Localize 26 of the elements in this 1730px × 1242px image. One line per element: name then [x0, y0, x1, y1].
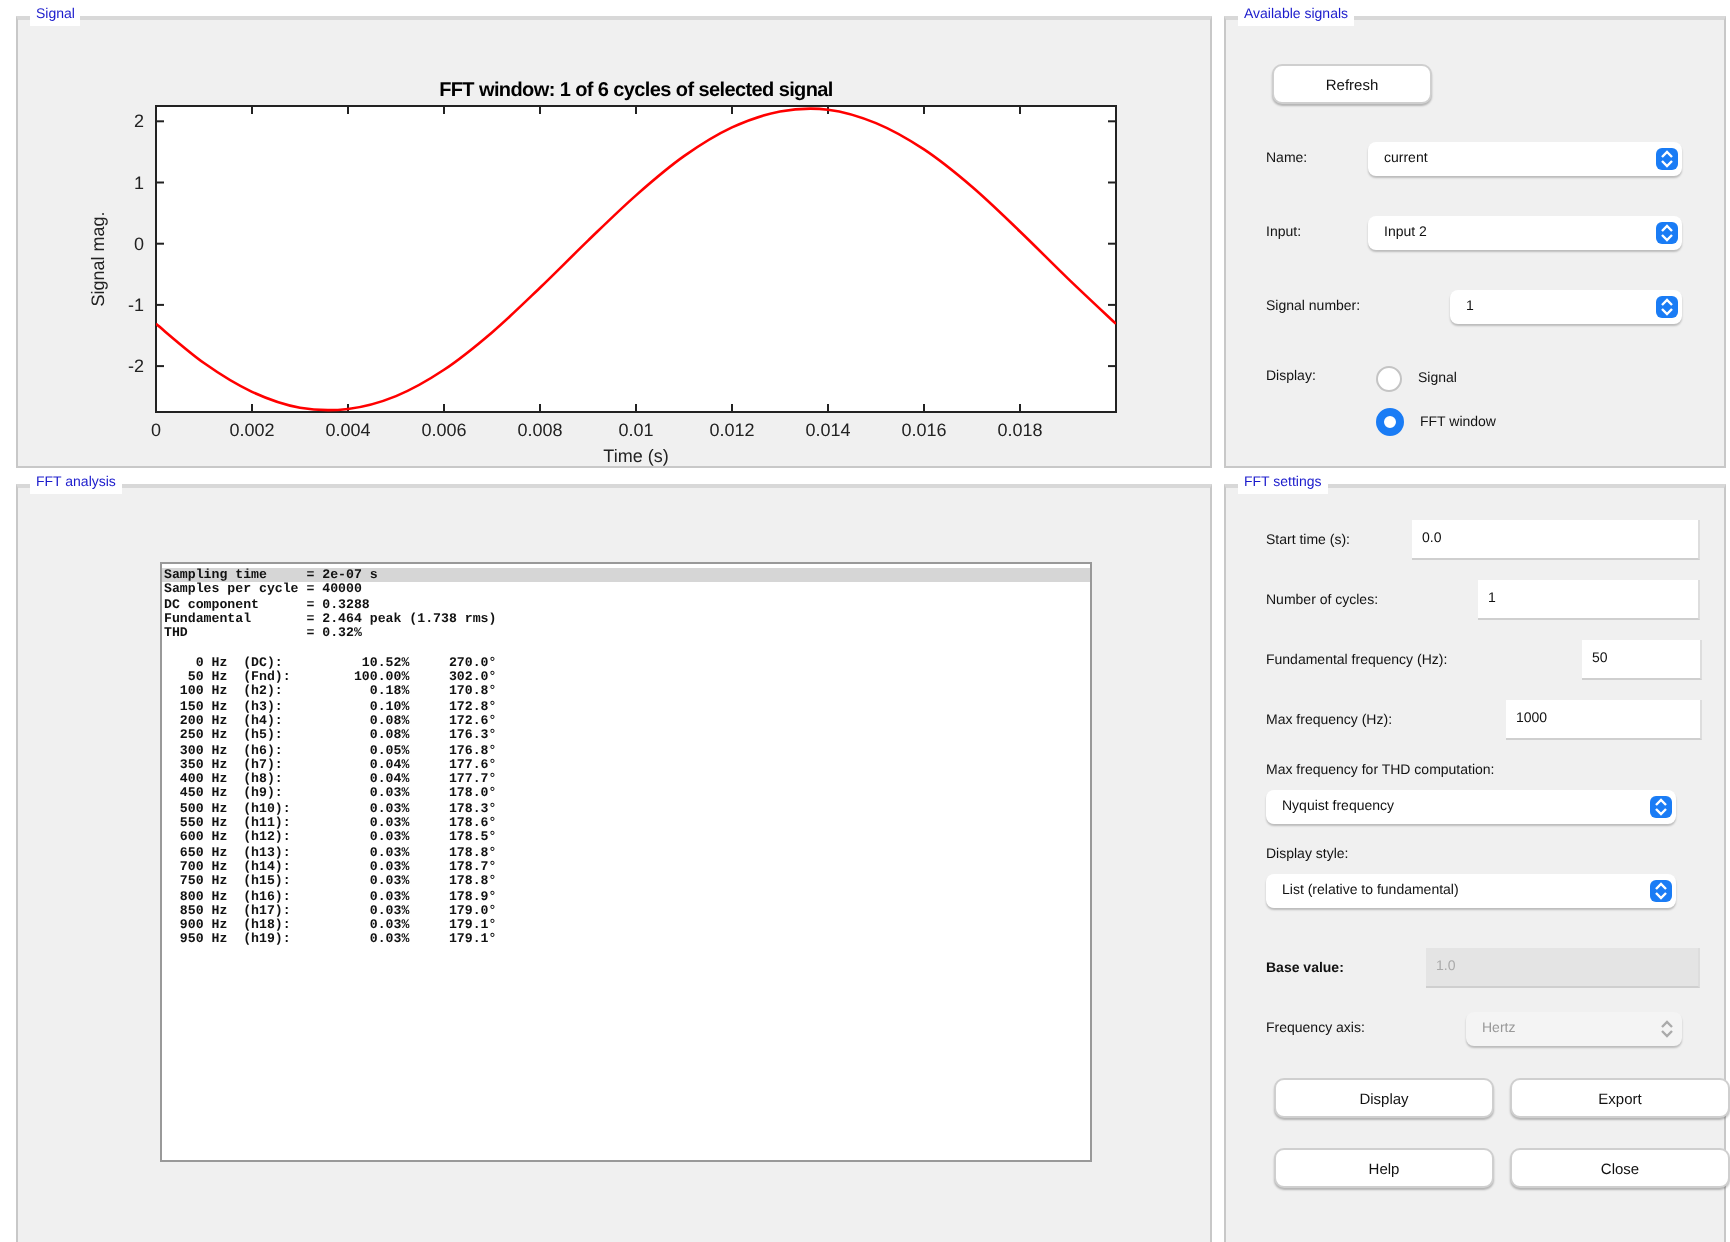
- x-tick-label: 0.018: [997, 420, 1043, 440]
- x-tick-label: 0.014: [805, 420, 851, 440]
- y-tick-label: -2: [127, 356, 144, 377]
- x-axis-label: Time (s): [603, 446, 669, 466]
- x-tick-label: 0.016: [901, 420, 947, 440]
- chevron-updown-icon: [1660, 149, 1674, 167]
- x-tick-label: 0.002: [229, 420, 275, 440]
- y-tick-label: 1: [133, 172, 144, 193]
- chart-title: FFT window: 1 of 6 cycles of selected signal: [439, 80, 833, 102]
- y-tick-label: 0: [133, 233, 144, 254]
- y-axis-label: Signal mag.: [88, 211, 108, 307]
- x-tick-label: 0.012: [709, 420, 755, 440]
- chevron-updown-icon: [1660, 1019, 1674, 1037]
- chevron-updown-icon: [1654, 798, 1668, 816]
- radio-button[interactable]: [1376, 365, 1402, 391]
- y-tick-label: 2: [133, 111, 144, 132]
- chevron-updown-icon: [1660, 297, 1674, 315]
- x-tick-label: 0.008: [517, 420, 563, 440]
- x-tick-label: 0.01: [618, 420, 654, 440]
- x-tick-label: 0.004: [325, 420, 371, 440]
- radio-button[interactable]: [1376, 408, 1404, 436]
- chevron-updown-icon: [1660, 223, 1674, 241]
- y-tick-label: -1: [127, 294, 144, 315]
- x-tick-label: 0.006: [421, 420, 467, 440]
- x-tick-label: 0: [151, 420, 161, 440]
- chevron-updown-icon: [1654, 882, 1668, 900]
